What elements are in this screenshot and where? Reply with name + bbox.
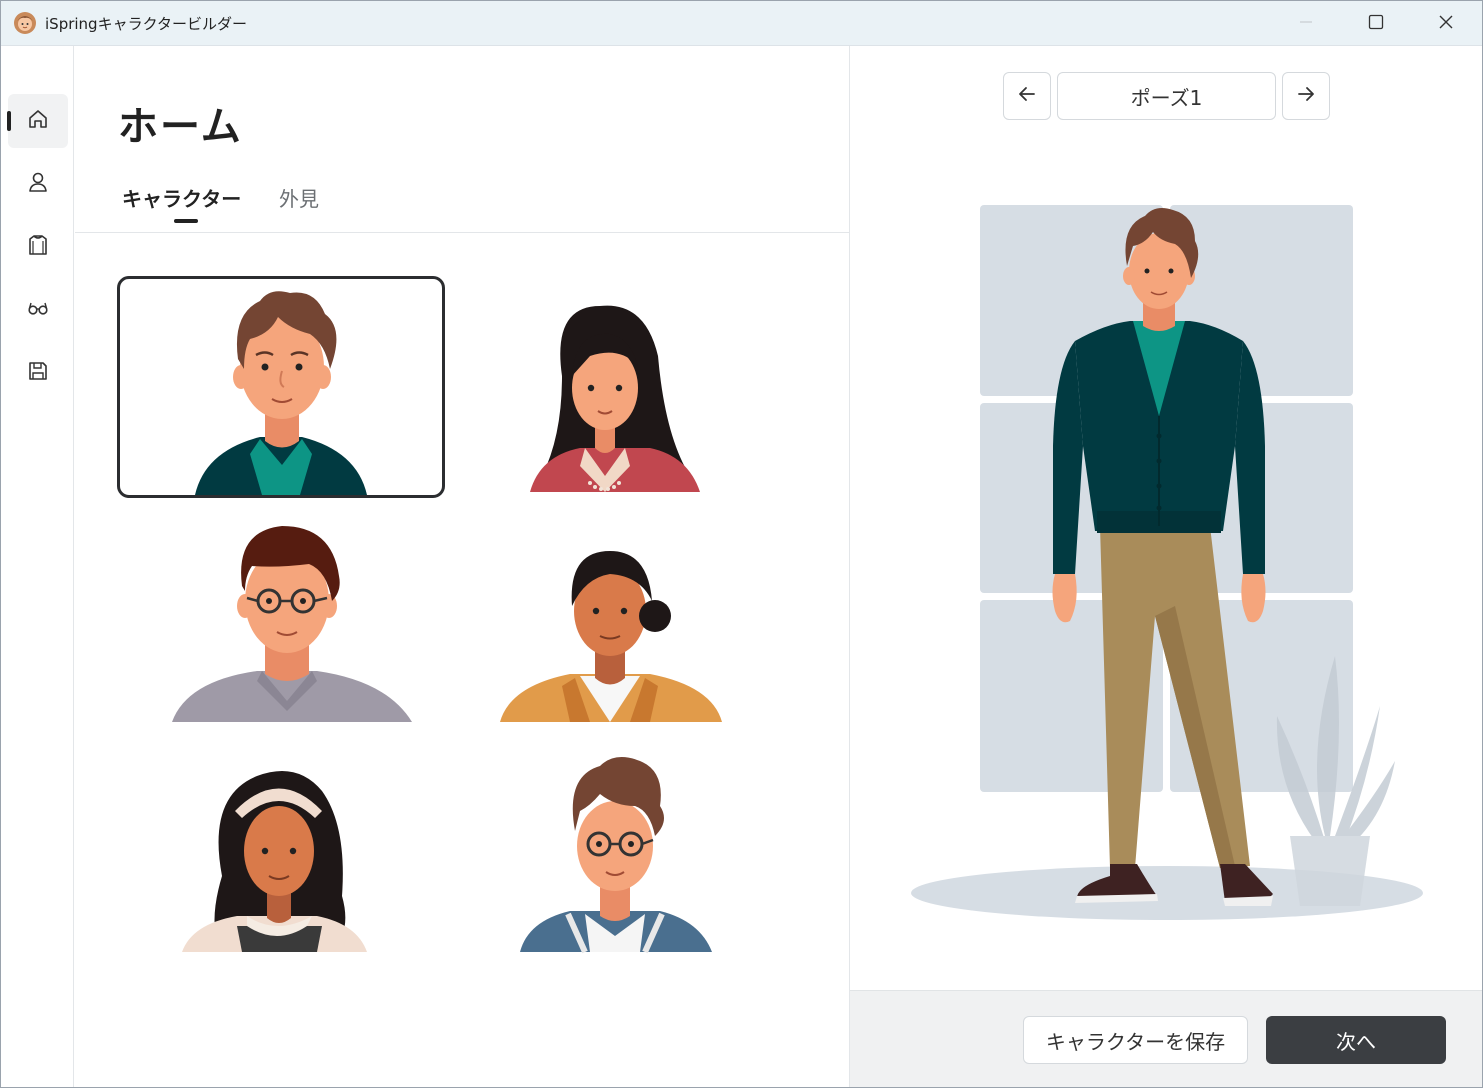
character-gallery-panel: ホーム キャラクター 外見 — [75, 46, 849, 1087]
character-avatar — [500, 551, 722, 722]
previous-pose-button[interactable] — [1003, 72, 1051, 120]
preview-panel: ポーズ1 キャラクターを保存 次へ — [849, 46, 1482, 1087]
floppy-disk-icon — [26, 359, 50, 387]
next-button[interactable]: 次へ — [1266, 1016, 1446, 1064]
tab-bar: キャラクター 外見 — [75, 176, 849, 233]
footer-bar: キャラクターを保存 次へ — [850, 990, 1482, 1087]
home-icon — [26, 107, 50, 135]
character-full-body-preview — [911, 205, 1423, 920]
glasses-icon — [26, 296, 50, 324]
maximize-button[interactable] — [1341, 1, 1411, 46]
character-card-woman-headband-curly-hair[interactable] — [117, 736, 445, 958]
minimize-icon — [1299, 14, 1313, 33]
arrow-left-icon — [1016, 83, 1038, 109]
character-avatar — [195, 291, 367, 495]
sidebar-item-clothes[interactable] — [8, 220, 68, 274]
maximize-icon — [1368, 14, 1384, 34]
character-card-woman-long-black-hair[interactable] — [450, 276, 778, 498]
sidebar — [1, 46, 74, 1087]
next-pose-button[interactable] — [1282, 72, 1330, 120]
tab-appearance[interactable]: 外見 — [279, 183, 319, 212]
sidebar-item-character[interactable] — [8, 157, 68, 211]
close-button[interactable] — [1411, 1, 1481, 46]
character-avatar — [530, 305, 700, 492]
save-character-button[interactable]: キャラクターを保存 — [1023, 1016, 1248, 1064]
sidebar-item-home[interactable] — [7, 94, 68, 148]
character-card-boy-glasses-varsity-jacket[interactable] — [450, 736, 778, 958]
arrow-right-icon — [1295, 83, 1317, 109]
close-icon — [1438, 14, 1454, 34]
app-window: iSpringキャラクタービルダー ホーム キャラクター 外見 ポーズ1 キャラ… — [0, 0, 1483, 1088]
character-card-man-glasses-grey-shirt[interactable] — [117, 506, 445, 728]
minimize-button[interactable] — [1271, 1, 1341, 46]
character-card-man-curly-cardigan[interactable] — [117, 276, 445, 498]
character-avatar — [172, 526, 412, 722]
active-indicator — [7, 111, 11, 131]
tab-active-underline — [174, 219, 198, 223]
character-face-icon — [13, 11, 37, 35]
sidebar-item-save[interactable] — [8, 346, 68, 400]
pose-label: ポーズ1 — [1057, 72, 1276, 120]
person-icon — [26, 170, 50, 198]
character-card-woman-bun-yellow-jacket[interactable] — [450, 506, 778, 728]
character-avatar — [182, 771, 367, 952]
window-title: iSpringキャラクタービルダー — [45, 15, 247, 33]
shirt-icon — [26, 233, 50, 261]
title-bar: iSpringキャラクタービルダー — [1, 1, 1482, 46]
tab-character[interactable]: キャラクター — [122, 183, 241, 212]
sidebar-item-accessories[interactable] — [8, 283, 68, 337]
character-avatar — [520, 757, 712, 954]
page-title: ホーム — [118, 104, 243, 150]
